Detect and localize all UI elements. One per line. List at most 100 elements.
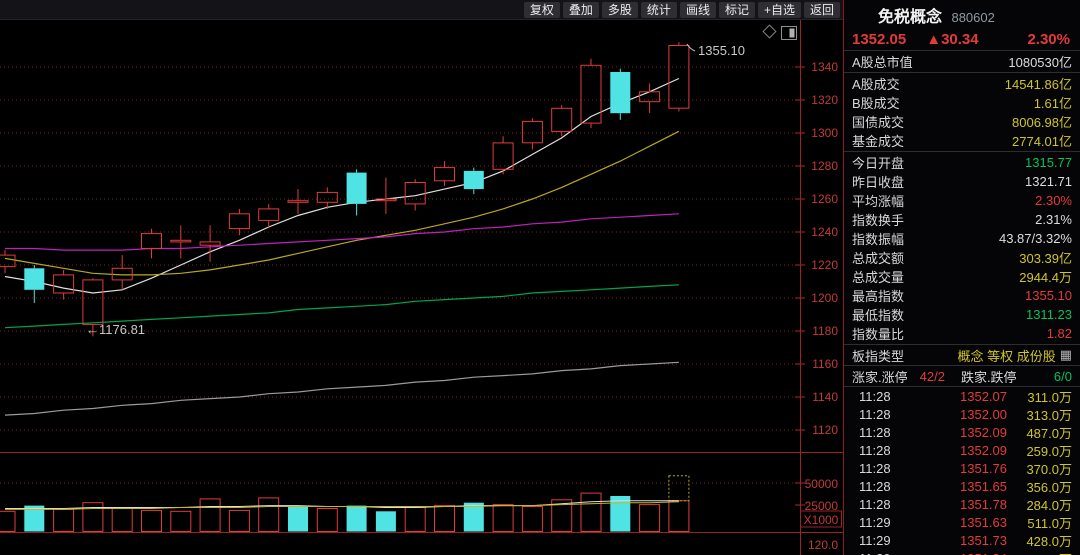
volume-bar[interactable] xyxy=(258,497,280,532)
vol-ma-white xyxy=(5,500,679,509)
tick-row: 11:28 1352.09 487.0万 xyxy=(844,423,1080,441)
volume-bar[interactable] xyxy=(288,505,308,532)
tick-row: 11:28 1351.78 284.0万 xyxy=(844,495,1080,513)
stat-value: 2.30% xyxy=(1035,193,1072,208)
index-code: 880602 xyxy=(951,10,995,25)
candle[interactable] xyxy=(639,83,661,114)
candle[interactable] xyxy=(199,225,221,262)
tick-time: 11:28 xyxy=(859,479,891,494)
volume-bar[interactable] xyxy=(521,506,543,532)
stat-row: A股成交 14541.86亿 xyxy=(844,74,1080,93)
volume-bar[interactable] xyxy=(404,507,426,532)
stat-value: 1311.23 xyxy=(1025,307,1072,322)
candle[interactable] xyxy=(668,42,690,112)
stat-label: 今日开盘 xyxy=(852,156,905,171)
volume-bar[interactable] xyxy=(199,498,221,532)
tick-volume: 428.0万 xyxy=(1026,534,1072,549)
svg-text:50000: 50000 xyxy=(805,477,839,491)
decliners-value: 6/0 xyxy=(1053,368,1072,384)
volume-bar[interactable] xyxy=(170,510,192,532)
volume-bar[interactable] xyxy=(492,504,514,533)
candle[interactable] xyxy=(0,250,16,274)
board-type-label: 板指类型 xyxy=(852,348,905,364)
toolbar-button-4[interactable]: 画线 xyxy=(679,1,716,18)
toolbar-button-3[interactable]: 统计 xyxy=(640,1,677,18)
candle[interactable] xyxy=(287,189,309,214)
candle[interactable] xyxy=(170,225,192,259)
diamond-icon[interactable] xyxy=(762,24,777,39)
volume-bar[interactable] xyxy=(141,509,162,532)
volume-bar[interactable] xyxy=(228,509,250,532)
candle[interactable] xyxy=(404,179,426,211)
stat-value: 1321.71 xyxy=(1025,174,1072,189)
toolbar-button-5[interactable]: 标记 xyxy=(718,1,755,18)
candle[interactable] xyxy=(463,167,484,195)
svg-text:1140: 1140 xyxy=(812,390,838,404)
stat-row: 今日开盘 1315.77 xyxy=(844,153,1080,172)
stat-label: 国债成交 xyxy=(852,115,905,130)
volume-bar[interactable] xyxy=(375,511,396,532)
stat-value: 1.82 xyxy=(1046,326,1072,341)
tick-time: 11:28 xyxy=(859,461,891,476)
volume-bar[interactable] xyxy=(580,492,602,533)
candle[interactable] xyxy=(492,136,514,175)
toolbar-button-1[interactable]: 叠加 xyxy=(562,1,599,18)
toolbar-button-6[interactable]: +自选 xyxy=(757,1,801,18)
candle[interactable] xyxy=(111,255,133,290)
stat-label: 指数量比 xyxy=(852,327,905,342)
layout-icon[interactable] xyxy=(781,26,797,40)
toolbar-button-2[interactable]: 多股 xyxy=(601,1,638,18)
volume-bar[interactable] xyxy=(668,500,690,532)
tick-list[interactable]: 11:28 1352.07 311.0万 11:28 1352.00 313.0万 11:2… xyxy=(844,387,1080,555)
board-type-values[interactable]: 概念 等权 成份股 xyxy=(957,346,1055,365)
components-grid-icon[interactable]: ▦ xyxy=(1060,347,1072,363)
quote-header: 免税概念 880602 1352.05 ▲30.34 2.30% xyxy=(844,0,1080,51)
stat-label: 最高指数 xyxy=(852,289,905,304)
volume-bar[interactable] xyxy=(346,505,367,532)
candle[interactable] xyxy=(258,203,280,227)
kline-chart[interactable]: 1340 1320 1300 1280 1260 1240 1220 1200 1180 1160… xyxy=(0,0,843,555)
chart-toolbar: 复权 叠加 多股 统计 画线 标记 +自选 返回 xyxy=(0,0,843,20)
svg-text:1220: 1220 xyxy=(811,258,838,272)
candle[interactable] xyxy=(375,177,397,214)
stat-row: 总成交量 2944.4万 xyxy=(844,267,1080,286)
candle[interactable] xyxy=(434,161,455,186)
stat-value: 1.61亿 xyxy=(1033,96,1072,111)
stats-section: A股成交 14541.86亿 B股成交 1.61亿 国债成交 8006.98亿 基金成交 27… xyxy=(844,73,1080,152)
candle[interactable] xyxy=(551,104,573,137)
candle[interactable] xyxy=(346,169,367,216)
volume-bar[interactable] xyxy=(53,508,75,532)
candle[interactable] xyxy=(610,68,631,120)
tick-volume: 356.0万 xyxy=(1026,480,1072,495)
volume-axis: 5000025000X1000 xyxy=(0,477,842,528)
stat-label: 昨日收盘 xyxy=(852,175,905,190)
candle[interactable] xyxy=(24,265,45,303)
candle[interactable] xyxy=(141,228,162,259)
toolbar-button-7[interactable]: 返回 xyxy=(803,1,840,18)
volume-bar[interactable] xyxy=(0,510,16,532)
candle[interactable] xyxy=(228,208,250,236)
volume-bar[interactable] xyxy=(463,502,484,532)
toolbar-button-0[interactable]: 复权 xyxy=(523,1,560,18)
stat-row: B股成交 1.61亿 xyxy=(844,93,1080,112)
tick-time: 11:28 xyxy=(859,407,891,422)
tick-price: 1352.07 xyxy=(960,389,1007,404)
volume-bar[interactable] xyxy=(639,504,661,533)
tick-time: 11:29 xyxy=(859,533,891,548)
stat-value: 8006.98亿 xyxy=(1012,115,1072,130)
volume-bar[interactable] xyxy=(316,508,338,532)
volume-bar[interactable] xyxy=(434,505,455,533)
candle[interactable] xyxy=(53,269,75,300)
stat-value: 2.31% xyxy=(1035,212,1072,227)
candle[interactable] xyxy=(580,58,602,129)
stats-sections: A股总市值 1080530亿 A股成交 14541.86亿 B股成交 1.61亿 国债成交 8… xyxy=(844,51,1080,345)
stat-value: 2944.4万 xyxy=(1019,270,1072,285)
ma-line-gray xyxy=(4,361,679,416)
volume-bar[interactable] xyxy=(111,508,133,532)
last-price: 1352.05 xyxy=(852,31,907,48)
candle[interactable] xyxy=(521,118,543,150)
svg-text:1200: 1200 xyxy=(811,291,838,305)
tick-row: 11:29 1351.73 428.0万 xyxy=(844,531,1080,549)
ma-line-magenta xyxy=(5,213,679,251)
tick-price: 1351.65 xyxy=(960,479,1007,494)
